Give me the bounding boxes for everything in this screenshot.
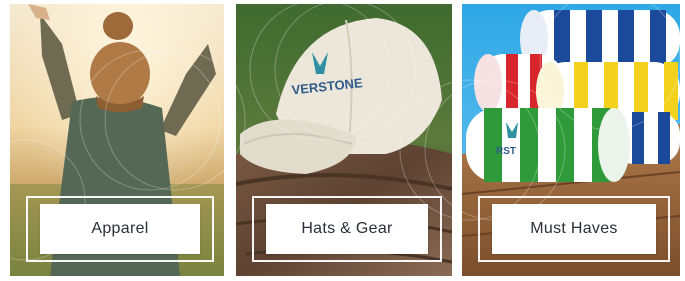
category-tile-must-haves[interactable]: RST Must Haves — [462, 4, 680, 276]
category-label: Hats & Gear — [301, 220, 393, 237]
category-grid: Apparel VERSTONE Hats & Gear RST Must Ha… — [0, 0, 685, 281]
category-label: Must Haves — [530, 220, 618, 237]
category-tile-hats-gear[interactable]: VERSTONE Hats & Gear — [236, 4, 452, 276]
category-button-must-haves[interactable]: Must Haves — [492, 204, 656, 254]
category-button-hats-gear[interactable]: Hats & Gear — [266, 204, 428, 254]
category-button-apparel[interactable]: Apparel — [40, 204, 200, 254]
category-label: Apparel — [91, 220, 149, 237]
category-tile-apparel[interactable]: Apparel — [10, 4, 224, 276]
towel-logo-text: RST — [496, 146, 516, 157]
